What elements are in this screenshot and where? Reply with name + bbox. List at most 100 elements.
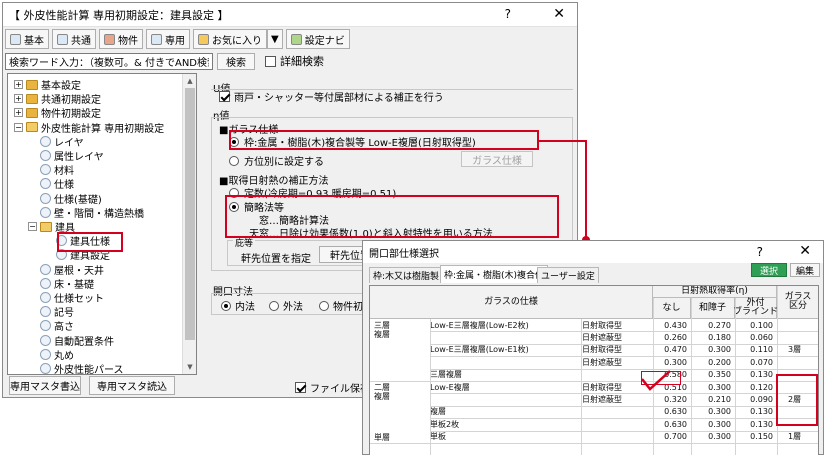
eta-none-cell[interactable]: 0.320 bbox=[653, 393, 691, 405]
glass-type-cell[interactable]: 三層複層 bbox=[430, 369, 580, 381]
expand-icon[interactable]: + bbox=[14, 108, 23, 118]
toolbar-button-favorites[interactable]: お気に入り bbox=[193, 29, 267, 49]
toolbar-button-basic[interactable]: 基本 bbox=[5, 29, 49, 49]
glass-subtype-cell[interactable]: 日射取得型 bbox=[582, 319, 652, 331]
tree-item[interactable]: + 共通初期設定 bbox=[14, 91, 101, 106]
tree-item[interactable]: 仕様(基礎) bbox=[28, 191, 102, 206]
toolbar-button-dedicated[interactable]: 専用 bbox=[146, 29, 190, 49]
scroll-thumb[interactable] bbox=[185, 88, 195, 340]
file-save-checkbox[interactable] bbox=[295, 382, 306, 393]
dialog-help-icon[interactable]: ? bbox=[757, 245, 763, 259]
glass-type-cell[interactable]: Low-E複層 bbox=[430, 381, 580, 393]
eta-shoji-cell[interactable]: 0.180 bbox=[691, 331, 735, 343]
scroll-down-icon[interactable]: ▼ bbox=[183, 360, 196, 374]
eta-blind-cell[interactable]: 0.130 bbox=[735, 406, 777, 418]
glass-subtype-cell[interactable]: 日射取得型 bbox=[582, 344, 652, 356]
glass-type-cell[interactable]: 単板 bbox=[430, 431, 580, 443]
master-write-button[interactable]: 専用マスタ書込 bbox=[9, 376, 81, 395]
tree-item[interactable]: − 外皮性能計算 専用初期設定 bbox=[14, 120, 164, 135]
eta-none-cell[interactable]: 0.260 bbox=[653, 331, 691, 343]
tree-item[interactable]: + 基本設定 bbox=[14, 77, 81, 92]
tree-item[interactable]: 仕様セット bbox=[28, 290, 104, 305]
favorites-dropdown-button[interactable]: ▼ bbox=[267, 29, 283, 49]
eta-none-cell[interactable]: 0.470 bbox=[653, 344, 691, 356]
search-button[interactable]: 検索 bbox=[217, 52, 255, 70]
eta-blind-cell[interactable]: 0.100 bbox=[735, 319, 777, 331]
tree-item[interactable]: 属性レイヤ bbox=[28, 148, 104, 163]
eta-none-cell[interactable]: 0.700 bbox=[653, 431, 691, 443]
eta-shoji-cell[interactable]: 0.200 bbox=[691, 356, 735, 368]
eta-blind-cell[interactable]: 0.150 bbox=[735, 431, 777, 443]
eta-none-cell[interactable]: 0.630 bbox=[653, 418, 691, 430]
size-option-inner[interactable]: 内法 bbox=[221, 298, 255, 313]
glass-type-cell[interactable]: 単板2枚 bbox=[430, 418, 580, 430]
tab-user-setting[interactable]: ユーザー設定 bbox=[537, 267, 599, 283]
eta-blind-cell[interactable]: 0.110 bbox=[735, 344, 777, 356]
eta-blind-cell[interactable]: 0.090 bbox=[735, 393, 777, 405]
toolbar-button-navi[interactable]: 設定ナビ bbox=[285, 29, 350, 49]
eta-shoji-cell[interactable]: 0.300 bbox=[691, 344, 735, 356]
glass-type-cell[interactable]: Low-E三層複層(Low-E1枚) bbox=[430, 344, 580, 356]
eta-blind-cell[interactable]: 0.120 bbox=[735, 381, 777, 393]
glass-subtype-cell[interactable]: 日射遮蔽型 bbox=[582, 331, 652, 343]
tree-item[interactable]: 材料 bbox=[28, 162, 74, 177]
size-outer-radio[interactable] bbox=[269, 300, 279, 311]
edit-button[interactable]: 編集 bbox=[790, 263, 820, 277]
tree-item[interactable]: 丸め bbox=[28, 347, 74, 362]
eta-blind-cell[interactable]: 0.130 bbox=[735, 418, 777, 430]
eta-shoji-cell[interactable]: 0.350 bbox=[691, 369, 735, 381]
dialog-close-icon[interactable]: ✕ bbox=[799, 243, 811, 259]
u-correction-checkbox[interactable] bbox=[219, 91, 230, 102]
eta-blind-cell[interactable]: 0.060 bbox=[735, 331, 777, 343]
tree-item[interactable]: 自動配置条件 bbox=[28, 333, 114, 348]
help-icon[interactable]: ? bbox=[505, 7, 511, 21]
eta-shoji-cell[interactable]: 0.300 bbox=[691, 406, 735, 418]
settings-tree[interactable]: ▲ ▼ + 基本設定 + 共通初期設定 + 物件初期設定 − 外皮性能計算 専用初期設定 レイヤ… bbox=[7, 73, 197, 375]
detail-search-checkbox[interactable] bbox=[265, 55, 276, 67]
close-icon[interactable]: ✕ bbox=[553, 6, 565, 22]
scroll-up-icon[interactable]: ▲ bbox=[183, 74, 196, 88]
glass-type-cell[interactable]: Low-E三層複層(Low-E2枚) bbox=[430, 319, 580, 331]
glass-subtype-cell[interactable]: 日射遮蔽型 bbox=[582, 356, 652, 368]
tree-item[interactable]: 高さ bbox=[28, 318, 74, 333]
tree-item[interactable]: 外皮性能パース bbox=[28, 361, 124, 374]
tree-item[interactable]: + 物件初期設定 bbox=[14, 105, 101, 120]
tree-scrollbar[interactable]: ▲ ▼ bbox=[182, 74, 196, 374]
glass-type-cell[interactable]: 複層 bbox=[430, 406, 580, 418]
tree-item[interactable]: 床・基礎 bbox=[28, 276, 94, 291]
eta-shoji-cell[interactable]: 0.270 bbox=[691, 319, 735, 331]
glass-direction-radio[interactable] bbox=[229, 155, 239, 166]
eta-none-cell[interactable]: 0.300 bbox=[653, 356, 691, 368]
eta-none-cell[interactable]: 0.430 bbox=[653, 319, 691, 331]
toolbar-button-property[interactable]: 物件 bbox=[99, 29, 143, 49]
eta-none-cell[interactable]: 0.630 bbox=[653, 406, 691, 418]
tree-item[interactable]: 記号 bbox=[28, 304, 74, 319]
expand-icon[interactable]: + bbox=[14, 94, 23, 104]
master-read-button[interactable]: 専用マスタ読込 bbox=[89, 376, 175, 395]
file-save-option[interactable]: ファイル保存 bbox=[295, 380, 370, 395]
tab-wood-resin[interactable]: 枠:木又は樹脂製 bbox=[369, 267, 444, 283]
glass-spec-button[interactable]: ガラス仕様 bbox=[461, 151, 533, 167]
tree-item[interactable]: 仕様 bbox=[28, 176, 74, 191]
collapse-icon[interactable]: − bbox=[14, 122, 23, 132]
eta-blind-cell[interactable]: 0.070 bbox=[735, 356, 777, 368]
expand-icon[interactable]: + bbox=[14, 80, 23, 89]
toolbar-button-common[interactable]: 共通 bbox=[52, 29, 96, 49]
eta-blind-cell[interactable]: 0.130 bbox=[735, 369, 777, 381]
eta-shoji-cell[interactable]: 0.300 bbox=[691, 418, 735, 430]
u-correction-option[interactable]: 雨戸・シャッター等付属部材による補正を行う bbox=[219, 89, 444, 104]
glass-subtype-cell[interactable]: 日射遮蔽型 bbox=[582, 393, 652, 405]
size-inner-radio[interactable] bbox=[221, 300, 231, 311]
search-input[interactable] bbox=[5, 52, 213, 70]
tree-item[interactable]: 屋根・天井 bbox=[28, 262, 104, 277]
eta-shoji-cell[interactable]: 0.300 bbox=[691, 381, 735, 393]
size-option-outer[interactable]: 外法 bbox=[269, 298, 303, 313]
select-button[interactable]: 選択 bbox=[751, 263, 787, 277]
glass-option-by-direction[interactable]: 方位別に設定する bbox=[229, 153, 324, 168]
collapse-icon[interactable]: − bbox=[28, 222, 37, 231]
tree-item[interactable]: レイヤ bbox=[28, 134, 84, 149]
eta-shoji-cell[interactable]: 0.300 bbox=[691, 431, 735, 443]
eta-shoji-cell[interactable]: 0.210 bbox=[691, 393, 735, 405]
size-property-radio[interactable] bbox=[319, 300, 329, 311]
tree-item[interactable]: 壁・階間・構造熱橋 bbox=[28, 205, 144, 220]
